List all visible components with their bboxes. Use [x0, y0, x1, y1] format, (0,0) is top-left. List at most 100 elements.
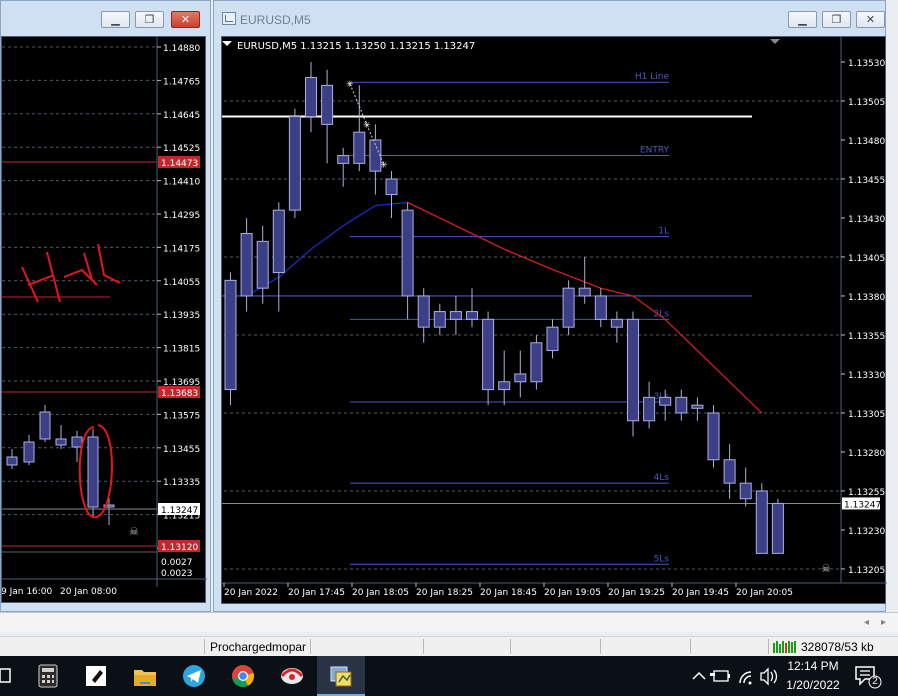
skull-icon: ☠ [129, 525, 139, 538]
fib-level-label: 4Ls [654, 473, 670, 483]
horizontal-scrollbar[interactable]: ◂ ▸ [0, 612, 898, 632]
moving-average-blue [246, 201, 408, 297]
candle-body [482, 318, 495, 391]
skull-icon: ☠ [821, 562, 831, 575]
minimize-button[interactable]: ▁ [101, 11, 130, 28]
price-axis-label: 1.13330 [848, 371, 885, 381]
candle-body [240, 233, 253, 297]
candle-body [514, 373, 527, 383]
candle-body [71, 436, 83, 448]
left-window-titlebar[interactable]: ▁ ❐ ✕ [1, 1, 210, 36]
close-button[interactable]: ✕ [171, 11, 200, 28]
price-axis-label: 1.13380 [848, 293, 885, 303]
status-bar: Prochargedmopar 328078/53 kb [0, 636, 898, 656]
eurusd-chart-window: EURUSD,M5 ▁ ❐ ✕ H1 LineENTRY1L2Ls3Ls4Ls5… [213, 0, 887, 612]
candle-body [272, 209, 285, 274]
indicator-value: 0.0023 [161, 569, 193, 579]
clock-time[interactable]: 12:14 PM [782, 659, 844, 673]
chart-window-icon [222, 12, 236, 25]
chart-header: EURUSD,M5 1.13215 1.13250 1.13215 1.1324… [237, 41, 475, 52]
price-axis-label: 1.14645 [163, 111, 200, 121]
svg-text:✳: ✳ [363, 121, 371, 131]
taskbar: 12:14 PM 1/20/2022 2 [0, 656, 898, 696]
indicator-value: 0.0027 [161, 558, 193, 568]
price-axis-label: 1.14295 [163, 211, 200, 221]
metatrader-icon[interactable] [317, 656, 365, 696]
eurusd-chart-canvas[interactable]: H1 LineENTRY1L2Ls3Ls4Ls5Ls 1.13247 ✳ ✳ ✳… [222, 37, 887, 605]
price-axis-label: 1.13355 [848, 332, 885, 342]
maximize-button[interactable]: ❐ [822, 11, 851, 28]
fib-level-label: 5Ls [654, 554, 670, 564]
price-axis-label: 1.13280 [848, 449, 885, 459]
price-axis-label: 1.13815 [163, 345, 200, 355]
traffic-counter: 328078/53 kb [801, 640, 874, 654]
app-icon[interactable] [268, 656, 316, 696]
minimize-button[interactable]: ▁ [788, 11, 817, 28]
candle-body [594, 295, 607, 320]
candle-body [643, 396, 656, 422]
left-chart-canvas[interactable]: 1.14880 1.14765 1.14645 1.14525 1.14410 1.142… [1, 37, 207, 604]
chart-dropdown-icon[interactable] [222, 41, 232, 46]
candle-body [739, 482, 752, 500]
eurusd-chart-area[interactable]: H1 LineENTRY1L2Ls3Ls4Ls5Ls 1.13247 ✳ ✳ ✳… [221, 36, 887, 605]
scroll-left-icon[interactable]: ◂ [864, 617, 869, 628]
connection-bars-icon [773, 641, 797, 653]
maximize-button[interactable]: ❐ [135, 11, 164, 28]
candle-body [562, 287, 575, 328]
candle-body [39, 411, 51, 440]
shift-marker-icon[interactable] [770, 39, 780, 44]
volume-icon[interactable] [760, 667, 778, 686]
candle-body [401, 209, 414, 297]
price-axis-label: 1.14055 [163, 278, 200, 288]
current-price-label: 1.13247 [161, 506, 198, 516]
system-tray [692, 667, 778, 686]
candle-body [659, 396, 672, 406]
price-axis-label: 1.14410 [163, 178, 200, 188]
candle-body [530, 342, 543, 383]
price-axis-label: 1.13335 [163, 478, 200, 488]
candle-body [771, 502, 784, 554]
time-axis-label: 9 Jan 16:00 [2, 587, 53, 597]
candle-body [755, 490, 768, 554]
right-window-titlebar[interactable]: EURUSD,M5 ▁ ❐ ✕ [214, 1, 885, 36]
notification-count: 2 [872, 676, 878, 687]
candle-body [23, 441, 35, 463]
show-hidden-icons-icon[interactable] [692, 671, 706, 680]
svg-text:✳: ✳ [346, 80, 354, 90]
candle-body [466, 311, 478, 320]
left-chart-area[interactable]: 1.14880 1.14765 1.14645 1.14525 1.14410 1.142… [1, 36, 207, 604]
candle-body [675, 396, 688, 414]
close-button[interactable]: ✕ [856, 11, 885, 28]
time-axis-label: 20 Jan 17:45 [288, 588, 345, 598]
price-axis-label: 1.13505 [848, 98, 885, 108]
candle-body [87, 436, 99, 508]
chrome-icon[interactable] [219, 656, 267, 696]
current-price-label: 1.13247 [844, 500, 881, 510]
telegram-icon[interactable] [170, 656, 218, 696]
price-axis-label: 1.14525 [163, 144, 200, 154]
notes-icon[interactable] [72, 656, 120, 696]
fib-level-label: ENTRY [640, 146, 670, 156]
price-axis-label: 1.13455 [163, 445, 200, 455]
power-icon[interactable] [710, 670, 730, 682]
calculator-icon[interactable] [24, 656, 72, 696]
wifi-icon[interactable] [739, 671, 752, 685]
price-axis-label: 1.13205 [848, 566, 885, 576]
file-explorer-icon[interactable] [121, 656, 169, 696]
candle-body [321, 84, 334, 125]
scroll-right-icon[interactable]: ▸ [881, 617, 886, 628]
fib-level-label: H1 Line [635, 72, 670, 82]
desktop: ▁ ❐ ✕ 1.14880 1.14765 1.14645 1.14525 1.… [0, 0, 898, 696]
candle-body [433, 311, 446, 328]
candle-body [256, 240, 269, 289]
price-axis-label: 1.13455 [848, 176, 885, 186]
fib-level-label: 2Ls [654, 309, 670, 319]
window-title: EURUSD,M5 [240, 13, 311, 27]
svg-text:✳: ✳ [380, 161, 388, 171]
price-axis-label: 1.13405 [848, 254, 885, 264]
candle-body [707, 412, 720, 461]
clock-date[interactable]: 1/20/2022 [782, 678, 844, 692]
projection-arrow: ✳ ✳ ✳ [346, 80, 388, 171]
time-axis-label: 20 Jan 20:05 [736, 588, 793, 598]
price-axis-label: 1.13255 [848, 488, 885, 498]
